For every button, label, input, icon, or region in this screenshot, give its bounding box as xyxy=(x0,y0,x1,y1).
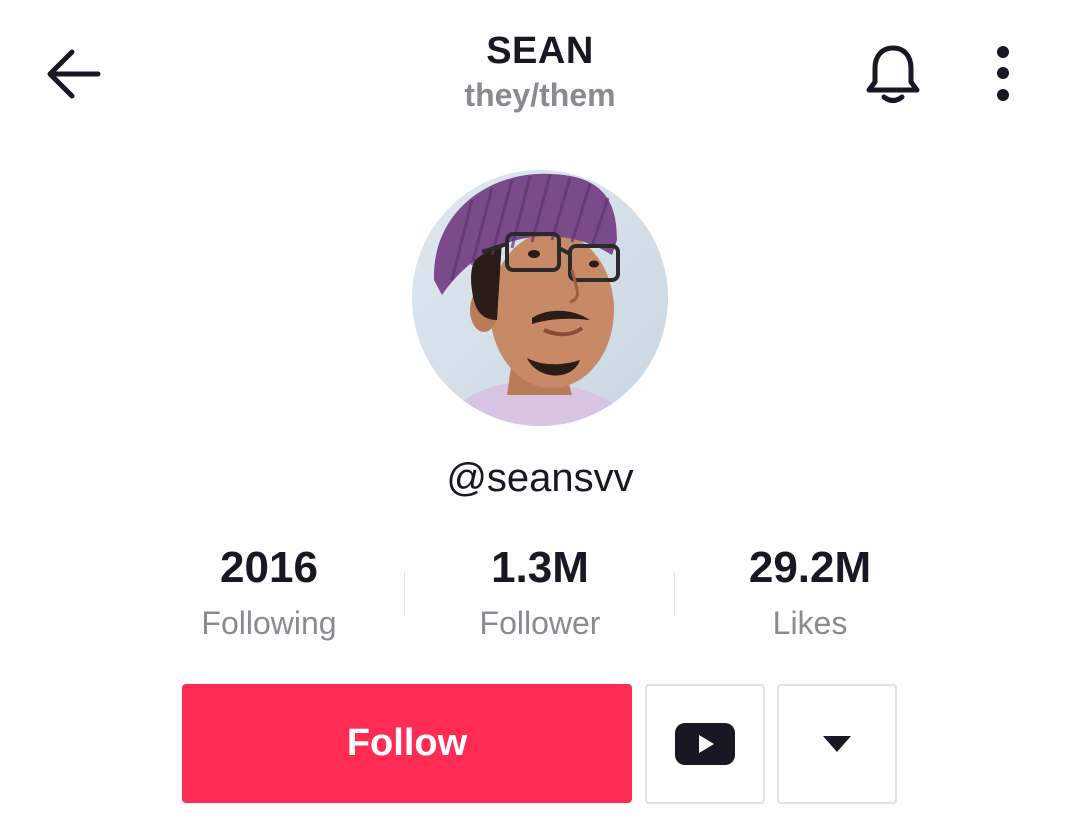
stat-value: 1.3M xyxy=(491,543,589,592)
stat-likes: 29.2M Likes xyxy=(675,540,945,644)
suggested-accounts-dropdown-button[interactable] xyxy=(777,684,897,804)
username-handle: @seansvv xyxy=(446,456,634,500)
caret-down-icon xyxy=(823,736,851,752)
stat-label: Likes xyxy=(772,605,848,641)
bell-icon xyxy=(866,45,920,103)
vertical-ellipsis-icon xyxy=(997,46,1009,101)
stat-following[interactable]: 2016 Following xyxy=(134,540,404,644)
more-options-button[interactable] xyxy=(978,40,1028,110)
youtube-link-button[interactable] xyxy=(645,684,765,804)
stat-label: Follower xyxy=(479,605,601,641)
notifications-button[interactable] xyxy=(858,40,928,110)
stat-value: 2016 xyxy=(220,543,318,592)
stat-value: 29.2M xyxy=(748,543,872,592)
stat-label: Following xyxy=(201,605,337,641)
profile-photo xyxy=(412,170,668,426)
youtube-icon xyxy=(675,723,735,765)
follow-button[interactable]: Follow xyxy=(182,684,632,803)
avatar[interactable] xyxy=(412,170,668,426)
stat-followers[interactable]: 1.3M Follower xyxy=(405,540,675,644)
